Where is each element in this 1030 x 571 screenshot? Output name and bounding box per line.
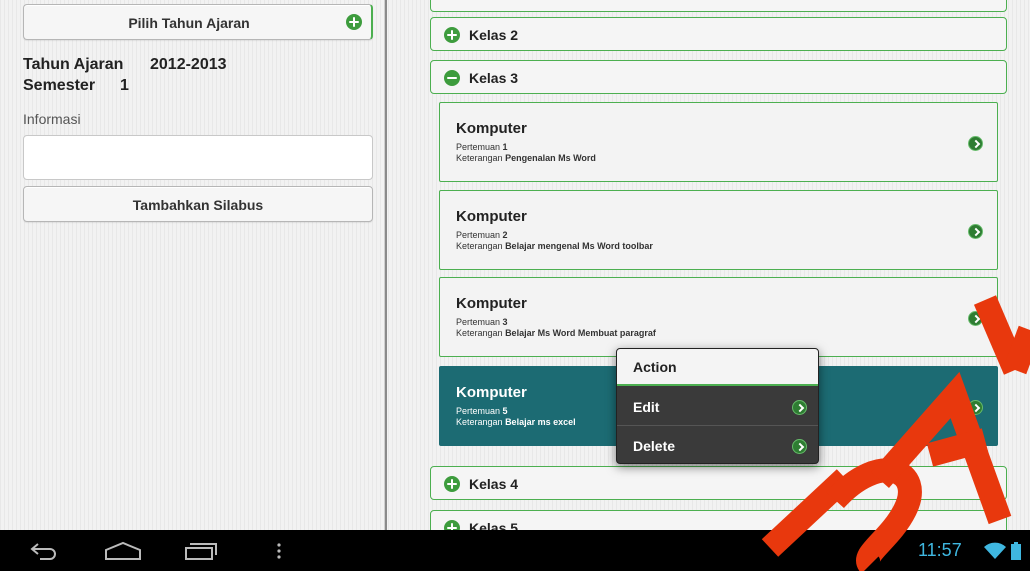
action-context-menu: Action Edit Delete [616,348,819,464]
kelas-2-label: Kelas 2 [469,27,519,43]
arrow-right-circle-icon [792,439,807,454]
home-icon[interactable] [103,541,143,561]
silabus-item[interactable]: Komputer Pertemuan 3 Keterangan Belajar … [439,277,998,357]
item-keterangan: Keterangan Belajar mengenal Ms Word tool… [456,241,653,251]
arrow-right-circle-icon[interactable] [968,224,983,239]
arrow-right-circle-icon[interactable] [968,311,983,326]
semester-value: 1 [120,77,129,94]
item-pertemuan: Pertemuan 2 [456,230,508,240]
informasi-input[interactable] [23,135,373,180]
minus-circle-icon [444,70,460,86]
silabus-item[interactable]: Komputer Pertemuan 2 Keterangan Belajar … [439,190,998,270]
context-menu-title: Action [617,349,818,386]
tahun-ajaran-value: 2012-2013 [150,56,227,73]
kelas-3-label: Kelas 3 [469,70,519,86]
item-pertemuan: Pertemuan 5 [456,406,508,416]
tambahkan-silabus-button[interactable]: Tambahkan Silabus [23,186,373,222]
pilih-tahun-ajaran-label: Pilih Tahun Ajaran [128,15,250,31]
system-navigation-bar: 11:57 [0,530,1030,571]
clock: 11:57 [918,540,962,560]
item-title: Komputer [456,384,527,401]
recents-icon[interactable] [184,541,218,561]
item-title: Komputer [456,295,527,312]
item-keterangan: Keterangan Belajar Ms Word Membuat parag… [456,328,656,338]
kelas-4-header[interactable]: Kelas 4 [430,466,1007,500]
plus-circle-icon [346,14,362,30]
menu-icon[interactable] [276,542,282,560]
left-panel: Pilih Tahun Ajaran Tahun Ajaran 2012-201… [0,0,384,530]
plus-circle-icon [444,476,460,492]
edit-menu-item[interactable]: Edit [617,388,818,426]
item-keterangan: Keterangan Pengenalan Ms Word [456,153,596,163]
semester-label: Semester [23,77,96,94]
kelas-1-header-partial[interactable] [430,0,1007,12]
item-keterangan: Keterangan Belajar ms excel [456,417,576,427]
item-title: Komputer [456,208,527,225]
item-pertemuan: Pertemuan 1 [456,142,508,152]
kelas-3-header[interactable]: Kelas 3 [430,60,1007,94]
arrow-right-circle-icon[interactable] [968,400,983,415]
tambahkan-silabus-label: Tambahkan Silabus [132,197,264,213]
informasi-label: Informasi [23,111,81,127]
item-title: Komputer [456,120,527,137]
silabus-item[interactable]: Komputer Pertemuan 1 Keterangan Pengenal… [439,102,998,182]
panel-divider [384,0,387,530]
edit-label: Edit [633,399,660,415]
item-pertemuan: Pertemuan 3 [456,317,508,327]
arrow-right-circle-icon[interactable] [968,136,983,151]
battery-icon [1011,542,1021,560]
delete-menu-item[interactable]: Delete [617,427,818,463]
arrow-right-circle-icon [792,400,807,415]
pilih-tahun-ajaran-button[interactable]: Pilih Tahun Ajaran [23,4,373,40]
kelas-4-label: Kelas 4 [469,476,519,492]
tahun-ajaran-label: Tahun Ajaran [23,56,124,73]
delete-label: Delete [633,438,676,454]
kelas-2-header[interactable]: Kelas 2 [430,17,1007,51]
plus-circle-icon [444,27,460,43]
back-icon[interactable] [30,542,58,560]
wifi-icon [984,542,1006,559]
